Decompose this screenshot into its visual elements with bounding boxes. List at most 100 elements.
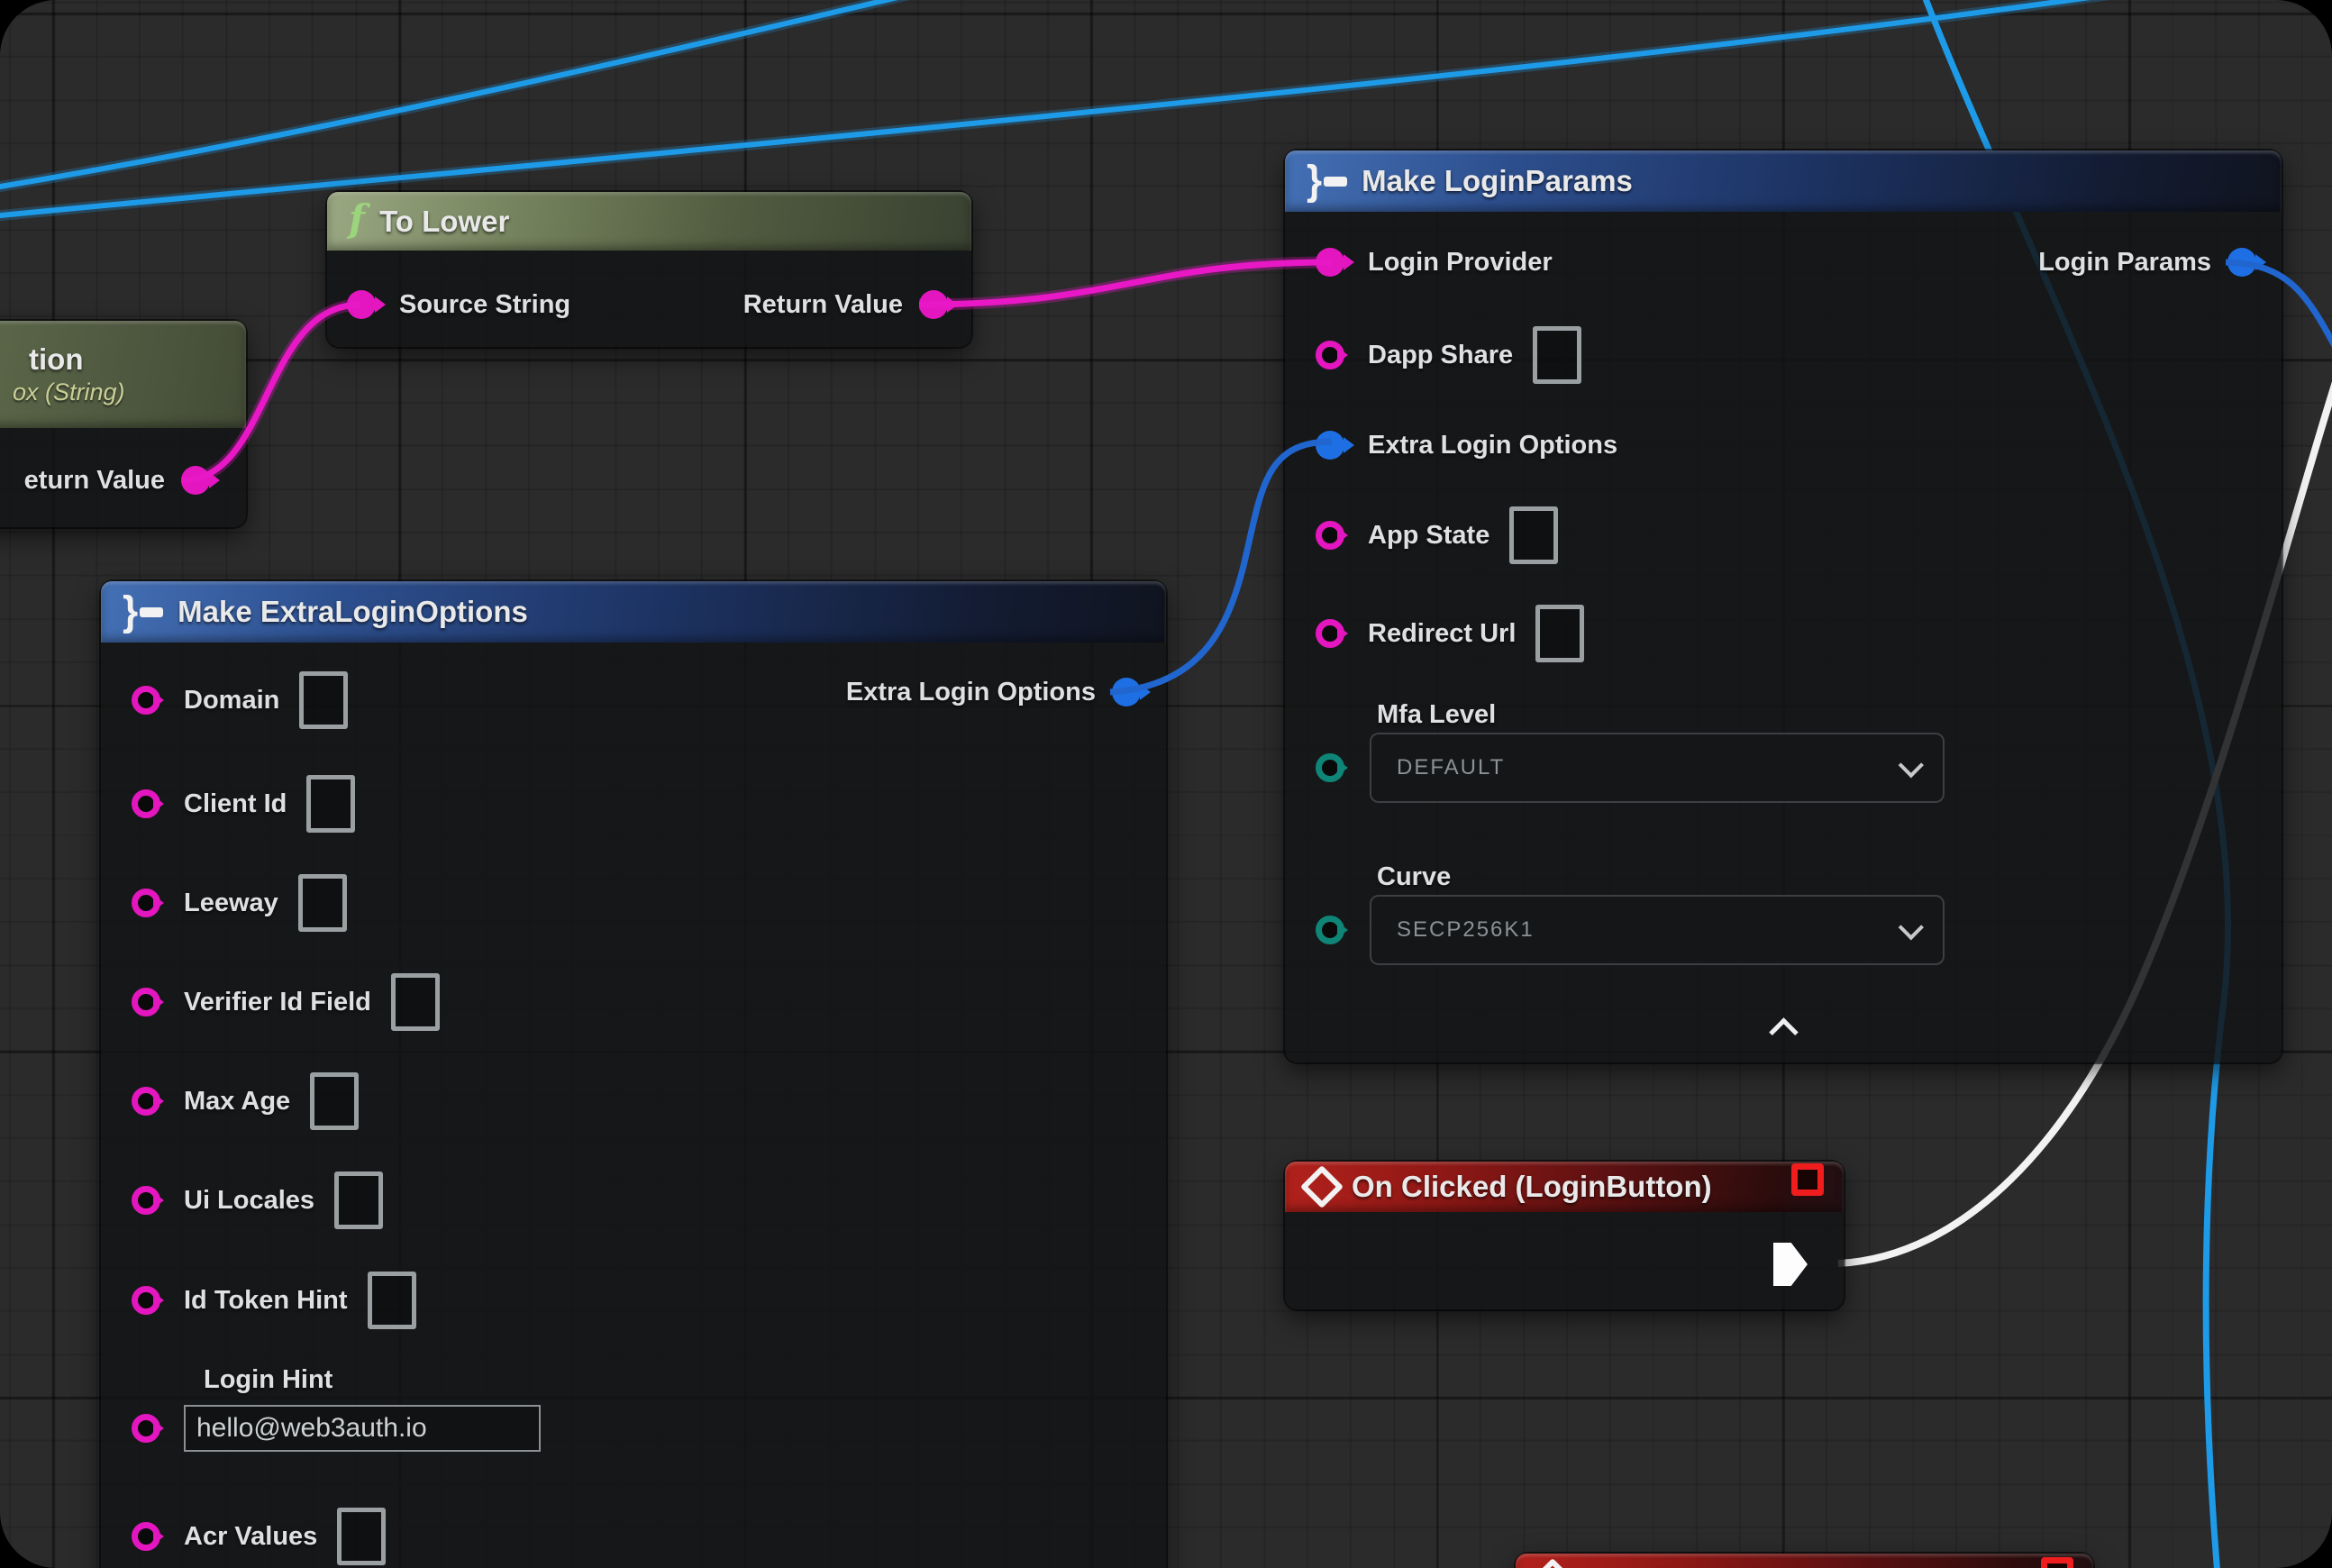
verifier-id-field-label: Verifier Id Field <box>184 988 371 1017</box>
mfa-level-pin[interactable] <box>1316 753 1344 782</box>
node-make-login-params-title: Make LoginParams <box>1362 164 1633 198</box>
acr-values-label: Acr Values <box>184 1522 317 1552</box>
node-get-text-header[interactable]: tion ox (String) <box>0 321 246 428</box>
chevron-down-icon <box>1899 915 1924 940</box>
event-diamond-icon <box>1531 1558 1574 1568</box>
client-id-pin[interactable] <box>132 789 160 818</box>
function-icon: f <box>349 200 365 238</box>
id-token-hint-checkbox[interactable] <box>368 1272 416 1329</box>
node-make-extra-title: Make ExtraLoginOptions <box>178 595 528 629</box>
curve-pin[interactable] <box>1316 916 1344 944</box>
node-to-lower[interactable]: f To Lower Source String Return Value <box>327 192 971 347</box>
ui-locales-checkbox[interactable] <box>334 1171 383 1229</box>
pin-row-max-age: Max Age <box>101 1072 1166 1130</box>
app-state-pin[interactable] <box>1316 521 1344 550</box>
node-make-login-params-header[interactable]: } Make LoginParams <box>1285 150 2282 212</box>
wire-blue-top-1-glow <box>0 0 982 191</box>
source-string-row: Source String Return Value <box>327 276 971 333</box>
node-get-text-output-row: eturn Value <box>0 451 246 509</box>
pin-row-mfa-level: DEFAULT <box>1285 734 2282 801</box>
mfa-level-value: DEFAULT <box>1397 755 1505 780</box>
app-state-label: App State <box>1368 521 1489 551</box>
collapse-node-chevron-icon[interactable] <box>1769 1017 1799 1047</box>
verifier-id-field-checkbox[interactable] <box>391 973 440 1031</box>
login-params-out-pin[interactable] <box>2227 248 2256 277</box>
node-on-clicked-logout-button[interactable]: On Clicked (LogoutButton) <box>1516 1554 2093 1568</box>
extra-login-options-in-pin[interactable] <box>1316 431 1344 460</box>
dapp-share-checkbox[interactable] <box>1533 326 1581 384</box>
redirect-url-checkbox[interactable] <box>1535 605 1584 662</box>
pin-row-client-id: Client Id <box>101 775 1166 833</box>
leeway-pin[interactable] <box>132 889 160 917</box>
login-hint-input[interactable] <box>184 1405 541 1452</box>
login-provider-label: Login Provider <box>1368 248 1553 278</box>
login-hint-pin[interactable] <box>132 1414 160 1443</box>
blueprint-graph-canvas[interactable]: tion ox (String) eturn Value f To Lower … <box>0 0 2332 1568</box>
dapp-share-pin[interactable] <box>1316 341 1344 369</box>
pin-row-acr-values: Acr Values <box>101 1508 1166 1565</box>
max-age-checkbox[interactable] <box>310 1072 359 1130</box>
client-id-checkbox[interactable] <box>306 775 355 833</box>
leeway-checkbox[interactable] <box>298 874 347 932</box>
acr-values-pin[interactable] <box>132 1522 160 1551</box>
exec-out-pin[interactable] <box>1773 1243 1808 1286</box>
node-make-extra-login-options[interactable]: } Make ExtraLoginOptions Extra Login Opt… <box>101 581 1166 1568</box>
node-make-login-params[interactable]: } Make LoginParams Login Provider Login … <box>1285 150 2282 1062</box>
pin-row-verifier-id-field: Verifier Id Field <box>101 973 1166 1031</box>
node-on-clicked-login-button[interactable]: On Clicked (LoginButton) <box>1285 1162 1844 1309</box>
source-string-pin[interactable] <box>347 290 376 319</box>
node-on-clicked-login-header[interactable]: On Clicked (LoginButton) <box>1285 1162 1844 1212</box>
node-get-text[interactable]: tion ox (String) eturn Value <box>0 321 246 527</box>
domain-label: Domain <box>184 686 279 716</box>
extra-login-options-in-label: Extra Login Options <box>1368 431 1617 460</box>
mfa-level-label: Mfa Level <box>1377 700 1496 730</box>
node-make-extra-header[interactable]: } Make ExtraLoginOptions <box>101 581 1166 643</box>
return-value-label: Return Value <box>743 290 903 320</box>
curve-value: SECP256K1 <box>1397 917 1535 943</box>
max-age-pin[interactable] <box>132 1087 160 1116</box>
leeway-label: Leeway <box>184 889 278 918</box>
node-to-lower-header[interactable]: f To Lower <box>327 192 971 251</box>
acr-values-checkbox[interactable] <box>337 1508 386 1565</box>
return-value-pin[interactable] <box>181 466 210 495</box>
domain-pin[interactable] <box>132 686 160 715</box>
pin-row-login-provider: Login Provider Login Params <box>1285 233 2282 291</box>
pin-row-id-token-hint: Id Token Hint <box>101 1272 1166 1329</box>
mfa-level-dropdown[interactable]: DEFAULT <box>1370 733 1945 803</box>
pin-row-app-state: App State <box>1285 506 2282 564</box>
dapp-share-label: Dapp Share <box>1368 341 1513 370</box>
node-get-text-title: tion <box>29 342 83 377</box>
delegate-pin[interactable] <box>2041 1557 2073 1568</box>
id-token-hint-pin[interactable] <box>132 1286 160 1315</box>
pin-row-dapp-share: Dapp Share <box>1285 326 2282 384</box>
ui-locales-label: Ui Locales <box>184 1186 314 1216</box>
node-on-clicked-logout-title: On Clicked (LogoutButton) <box>1582 1563 1963 1568</box>
node-to-lower-title: To Lower <box>379 205 509 239</box>
curve-dropdown[interactable]: SECP256K1 <box>1370 895 1945 965</box>
pin-row-domain: Domain <box>101 671 1166 729</box>
source-string-label: Source String <box>399 290 570 320</box>
domain-checkbox[interactable] <box>299 671 348 729</box>
node-on-clicked-logout-header[interactable]: On Clicked (LogoutButton) <box>1516 1554 2093 1568</box>
client-id-label: Client Id <box>184 789 287 819</box>
max-age-label: Max Age <box>184 1087 290 1117</box>
return-value-pin[interactable] <box>919 290 948 319</box>
delegate-pin[interactable] <box>1791 1163 1824 1196</box>
wire-blue-top-1 <box>0 0 982 191</box>
wire-pink-2-glow <box>919 262 1332 305</box>
pin-row-ui-locales: Ui Locales <box>101 1171 1166 1229</box>
login-provider-pin[interactable] <box>1316 248 1344 277</box>
redirect-url-pin[interactable] <box>1316 619 1344 648</box>
ui-locales-pin[interactable] <box>132 1186 160 1215</box>
verifier-id-field-pin[interactable] <box>132 988 160 1016</box>
chevron-down-icon <box>1899 752 1924 778</box>
app-state-checkbox[interactable] <box>1509 506 1558 564</box>
id-token-hint-label: Id Token Hint <box>184 1286 348 1316</box>
event-diamond-icon <box>1300 1165 1344 1208</box>
pin-row-login-hint <box>101 1399 1166 1457</box>
pin-row-extra-login-options-in: Extra Login Options <box>1285 416 2282 474</box>
return-value-label: eturn Value <box>24 466 165 496</box>
wire-pink-tolower-to-provider <box>919 262 1332 305</box>
node-get-text-subtitle: ox (String) <box>13 378 125 406</box>
redirect-url-label: Redirect Url <box>1368 619 1516 649</box>
